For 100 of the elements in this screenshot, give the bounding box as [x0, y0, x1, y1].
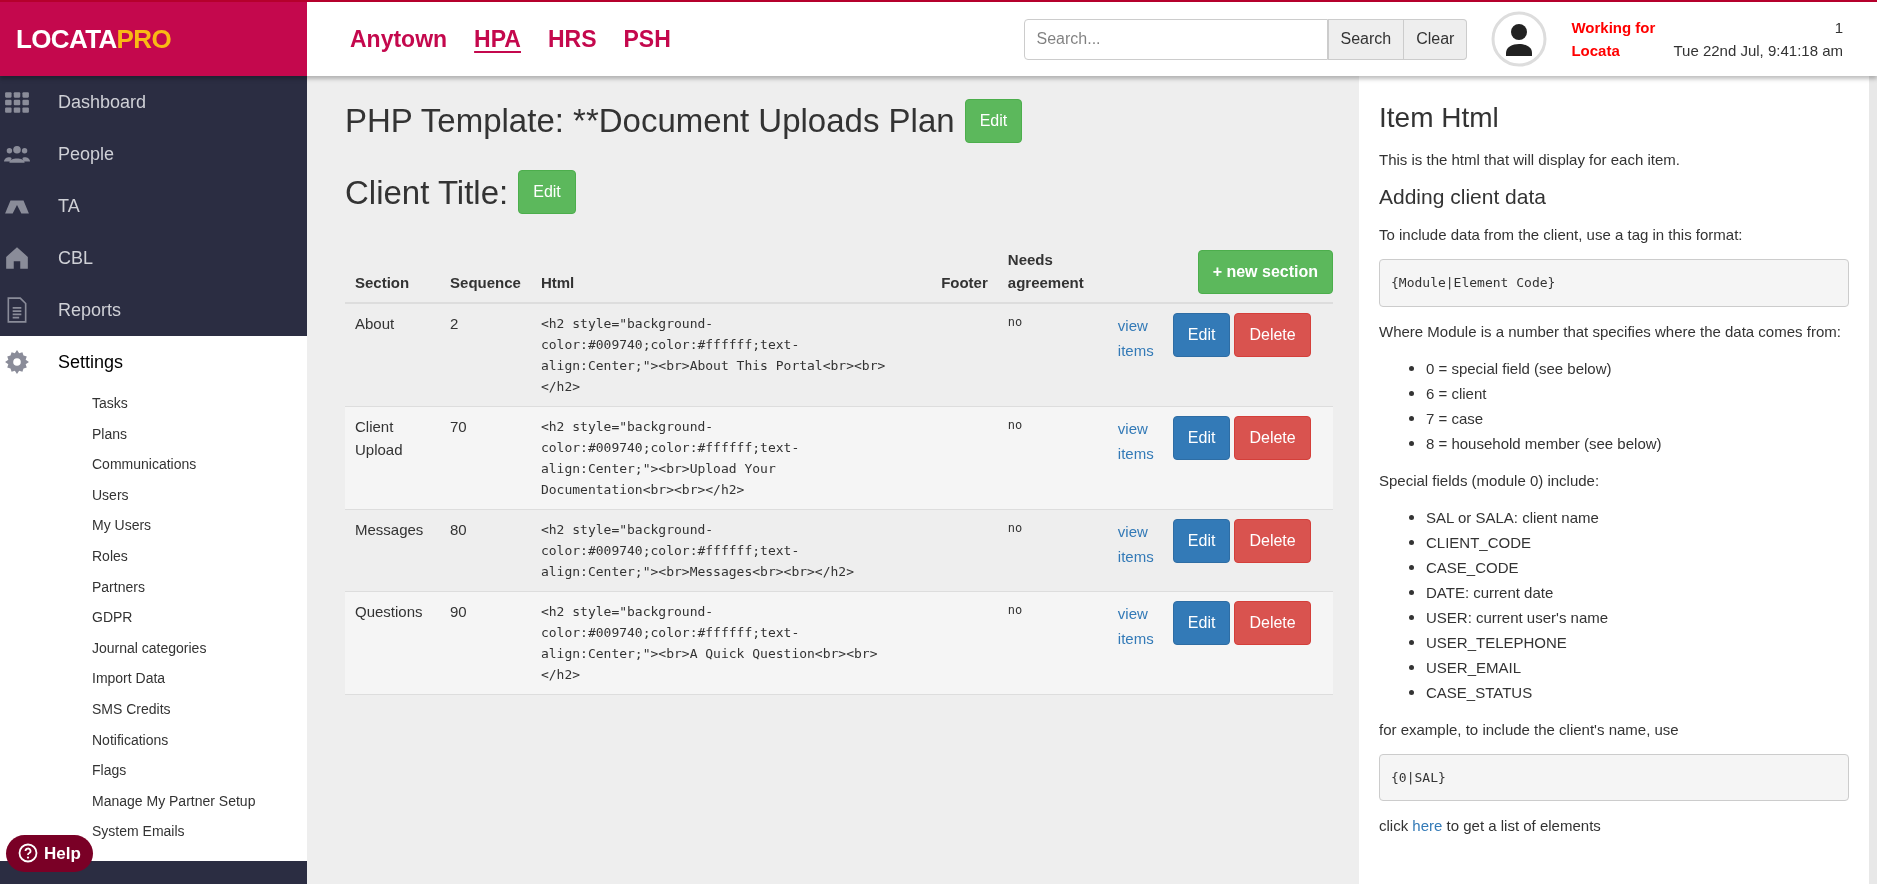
panel-paragraph: Special fields (module 0) include: — [1379, 470, 1601, 491]
bullet-icon — [1409, 440, 1414, 446]
nav-link[interactable]: PSH — [623, 21, 671, 57]
edit-button[interactable]: Edit — [1172, 313, 1231, 357]
submenu-item[interactable]: My Users — [0, 510, 307, 541]
delete-button[interactable]: Delete — [1234, 416, 1311, 460]
table-cell: Messages — [345, 509, 441, 592]
list-item: USER_EMAIL — [1426, 657, 1522, 678]
column-header: Needs agreement — [997, 241, 1108, 303]
code-block: {Module|Element Code} — [1379, 259, 1849, 307]
submenu-item[interactable]: Plans — [0, 418, 307, 450]
sidebar-item[interactable]: Reports — [0, 284, 307, 336]
table-cell: Client Upload — [345, 406, 441, 510]
list-item: USER_TELEPHONE — [1426, 632, 1567, 653]
bullet-icon — [1409, 539, 1414, 545]
submenu-item[interactable]: Users — [0, 479, 307, 511]
panel-heading: Item Html — [1379, 101, 1500, 135]
submenu-item[interactable]: GDPR — [0, 602, 307, 633]
list-item: USER: current user's name — [1426, 607, 1609, 628]
bullet-icon — [1409, 415, 1414, 421]
nav-link[interactable]: Anytown — [350, 21, 448, 57]
list-item: DATE: current date — [1426, 582, 1554, 603]
page-title: PHP Template: **Document Uploads Plan — [345, 101, 955, 141]
delete-button[interactable]: Delete — [1234, 601, 1311, 645]
submenu-item[interactable]: Manage My Partner Setup — [0, 785, 307, 817]
edit-button[interactable]: Edit — [1172, 601, 1231, 645]
html-code: <h2 style="background-color:#009740;color:#ffffff;text-align:Center;"><br>Upload Your Documentation<br><br></h2> — [540, 418, 801, 499]
search-button[interactable]: Search — [1327, 18, 1405, 60]
sidebar-item[interactable]: People — [0, 128, 307, 180]
table-cell: Questions — [345, 591, 441, 695]
list-item: CLIENT_CODE — [1426, 532, 1532, 553]
view-items-link[interactable]: view items — [1117, 416, 1163, 466]
bullet-icon — [1409, 639, 1414, 645]
submenu-item[interactable]: Communications — [0, 449, 307, 480]
column-header: Html — [530, 241, 932, 303]
house-icon — [4, 245, 30, 271]
list-item: 7 = case — [1426, 408, 1484, 429]
submenu-item[interactable]: Roles — [0, 540, 307, 572]
bullet-icon — [1409, 689, 1414, 695]
bullet-icon — [1409, 614, 1414, 620]
panel-paragraph: This is the html that will display for each item. — [1379, 150, 1681, 170]
table-cell: no — [997, 406, 1108, 510]
table-cell: 2 — [440, 303, 531, 407]
table-cell: no — [997, 591, 1108, 695]
list-item: 0 = special field (see below) — [1426, 358, 1612, 379]
submenu-item[interactable]: Partners — [0, 571, 307, 603]
column-header: Sequence — [440, 241, 531, 303]
question-icon — [18, 843, 38, 864]
submenu-item[interactable]: Journal categories — [0, 632, 307, 664]
panel-paragraph: for example, to include the client's name, use — [1379, 719, 1680, 740]
notification-count: 1 — [1834, 18, 1843, 38]
here-link[interactable]: here — [1412, 817, 1443, 835]
list-item: CASE_CODE — [1426, 557, 1519, 578]
client-title: Client Title: — [345, 172, 509, 213]
nav-link[interactable]: HRS — [547, 21, 597, 57]
view-items-link[interactable]: view items — [1117, 601, 1163, 651]
submenu-item[interactable]: Notifications — [0, 724, 307, 756]
sidebar-item[interactable]: Dashboard — [0, 76, 307, 128]
sidebar-item[interactable]: TA — [0, 180, 307, 232]
edit-button[interactable]: Edit — [1172, 416, 1231, 460]
html-code: <h2 style="background-color:#009740;color:#ffffff;text-align:Center;"><br>Messages<br><br></h2> — [540, 521, 855, 581]
table-cell: 90 — [440, 591, 531, 695]
panel-paragraph: Where Module is a number that specifies where the data comes from: — [1379, 321, 1842, 342]
bullet-icon — [1409, 589, 1414, 595]
panel-paragraph: To include data from the client, use a tag in this format: — [1379, 225, 1744, 246]
view-items-link[interactable]: view items — [1117, 313, 1163, 363]
submenu-item[interactable]: Tasks — [0, 388, 307, 419]
list-item: CASE_STATUS — [1426, 682, 1533, 703]
submenu-item[interactable]: SMS Credits — [0, 693, 307, 725]
panel-paragraph: click here to get a list of elements — [1379, 816, 1602, 837]
table-cell: no — [997, 509, 1108, 592]
bullet-icon — [1409, 514, 1414, 520]
html-code: <h2 style="background-color:#009740;color:#ffffff;text-align:Center;"><br>About This Portal<br><br></h2> — [540, 315, 887, 396]
clear-button[interactable]: Clear — [1404, 18, 1468, 60]
panel-subheading: Adding client data — [1379, 184, 1547, 210]
view-items-link[interactable]: view items — [1117, 519, 1163, 569]
date-time: Tue 22nd Jul, 9:41:18 am — [1673, 41, 1843, 61]
sidebar-item[interactable]: CBL — [0, 232, 307, 284]
delete-button[interactable]: Delete — [1234, 519, 1311, 563]
working-for-text: Working for Locata — [1571, 18, 1657, 61]
nav-link[interactable]: HPA — [474, 21, 521, 57]
edit-button[interactable]: Edit — [1172, 519, 1231, 563]
avatar-icon[interactable] — [1491, 11, 1548, 67]
code-block: {0|SAL} — [1379, 753, 1849, 802]
bullet-icon — [1409, 365, 1414, 371]
table-cell: 70 — [440, 406, 531, 510]
list-item: SAL or SALA: client name — [1426, 507, 1599, 528]
submenu-item[interactable]: Import Data — [0, 663, 307, 694]
list-item: 8 = household member (see below) — [1426, 433, 1662, 454]
html-code: <h2 style="background-color:#009740;color:#ffffff;text-align:Center;"><br>A Quick Question<br><br></h2> — [540, 603, 879, 684]
logo[interactable]: LOCATAPRO — [16, 19, 171, 59]
bullet-icon — [1409, 564, 1414, 570]
delete-button[interactable]: Delete — [1234, 313, 1311, 357]
search-field[interactable]: Search... — [1023, 18, 1328, 60]
submenu-item[interactable]: Flags — [0, 755, 307, 786]
table-cell: About — [345, 303, 441, 407]
gear-icon — [4, 349, 30, 375]
list-item: 6 = client — [1426, 383, 1487, 404]
sidebar-item[interactable]: Settings — [0, 336, 307, 388]
column-header: Section — [345, 241, 441, 303]
